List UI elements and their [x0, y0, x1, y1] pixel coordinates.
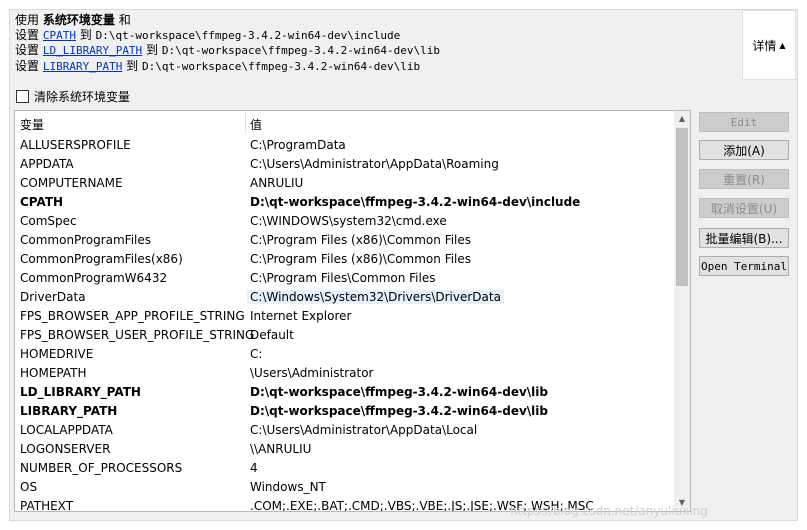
- variable-value: Internet Explorer: [250, 309, 352, 323]
- library-path-link[interactable]: LIBRARY_PATH: [43, 60, 122, 73]
- watermark: https://blog.csdn.net/anyuliuxing: [510, 504, 708, 518]
- variable-value: \Users\Administrator: [250, 366, 374, 380]
- variable-name: ComSpec: [20, 214, 77, 228]
- variable-value: C:\ProgramData: [250, 138, 346, 152]
- variable-name: FPS_BROWSER_USER_PROFILE_STRING: [20, 328, 255, 342]
- reset-button-label: 重置(R): [723, 172, 765, 187]
- variable-value: Windows_NT: [250, 480, 326, 494]
- variable-value: C:\Windows\System32\Drivers\DriverData: [247, 290, 504, 304]
- vertical-scrollbar[interactable]: ▲ ▼: [674, 111, 690, 511]
- variable-value: C:\Program Files (x86)\Common Files: [250, 252, 472, 266]
- details-button[interactable]: 详情 ▲: [742, 10, 796, 80]
- environment-summary: 使用 系统环境变量 和 设置 CPATH 到 D:\qt-workspace\f…: [15, 13, 440, 74]
- unset-button[interactable]: 取消设置(U): [699, 198, 789, 218]
- table-row[interactable]: HOMEPATH \Users\Administrator: [15, 364, 675, 383]
- clear-system-env-option[interactable]: 清除系统环境变量: [16, 88, 130, 105]
- summary-line-cpath: 设置 CPATH 到 D:\qt-workspace\ffmpeg-3.4.2-…: [15, 27, 401, 42]
- variable-name: LOGONSERVER: [20, 442, 111, 456]
- variable-name: CPATH: [20, 195, 64, 209]
- edit-button[interactable]: Edit: [699, 112, 789, 132]
- open-terminal-button[interactable]: Open Terminal: [699, 256, 789, 276]
- table-row[interactable]: LIBRARY_PATH D:\qt-workspace\ffmpeg-3.4.2…: [15, 402, 675, 421]
- scroll-thumb[interactable]: [676, 128, 688, 286]
- variable-name: HOMEDRIVE: [20, 347, 94, 361]
- variable-name: CommonProgramW6432: [20, 271, 168, 285]
- column-header-value[interactable]: 值: [250, 116, 262, 133]
- variable-value: C:\Program Files (x86)\Common Files: [250, 233, 472, 247]
- scroll-up-icon[interactable]: ▲: [674, 111, 690, 127]
- variable-value: C:\Users\Administrator\AppData\Roaming: [250, 157, 499, 171]
- variable-value: C:\WINDOWS\system32\cmd.exe: [250, 214, 447, 228]
- summary-line-ld-library-path: 设置 LD_LIBRARY_PATH 到 D:\qt-workspace\ffm…: [15, 43, 441, 57]
- table-row[interactable]: OS Windows_NT: [15, 478, 675, 497]
- variable-value: 4: [250, 461, 258, 475]
- variable-value: D:\qt-workspace\ffmpeg-3.4.2-win64-dev\l…: [250, 385, 548, 399]
- summary-line-library-path: 设置 LIBRARY_PATH 到 D:\qt-workspace\ffmpeg…: [15, 58, 421, 73]
- reset-button[interactable]: 重置(R): [699, 169, 789, 189]
- table-row[interactable]: CommonProgramW6432 C:\Program Files\Commo…: [15, 269, 675, 288]
- variable-name: DriverData: [20, 290, 86, 304]
- table-row[interactable]: CommonProgramFiles(x86) C:\Program Files …: [15, 250, 675, 269]
- variable-value: ANRULIU: [250, 176, 304, 190]
- table-row[interactable]: LOGONSERVER \\ANRULIU: [15, 440, 675, 459]
- variable-value: C:\Program Files\Common Files: [250, 271, 436, 285]
- list-rows: ALLUSERSPROFILE C:\ProgramData APPDATA C:\U…: [15, 136, 675, 512]
- list-header: 变量 值: [15, 111, 675, 135]
- table-row[interactable]: ALLUSERSPROFILE C:\ProgramData: [15, 136, 675, 155]
- env-variable-list[interactable]: 变量 值 ALLUSERSPROFILE C:\ProgramData APPDAT…: [14, 110, 691, 512]
- variable-name: NUMBER_OF_PROCESSORS: [20, 461, 183, 475]
- table-row[interactable]: CPATH D:\qt-workspace\ffmpeg-3.4.2-win64-…: [15, 193, 675, 212]
- table-row[interactable]: LD_LIBRARY_PATH D:\qt-workspace\ffmpeg-3.…: [15, 383, 675, 402]
- variable-name: LD_LIBRARY_PATH: [20, 385, 141, 399]
- batch-edit-button[interactable]: 批量编辑(B)...: [699, 228, 789, 248]
- table-row[interactable]: FPS_BROWSER_APP_PROFILE_STRING Internet E…: [15, 307, 675, 326]
- column-divider[interactable]: [245, 113, 246, 133]
- variable-value: D:\qt-workspace\ffmpeg-3.4.2-win64-dev\i…: [250, 195, 581, 209]
- variable-name: LIBRARY_PATH: [20, 404, 118, 418]
- variable-name: CommonProgramFiles: [20, 233, 152, 247]
- variable-value: Default: [250, 328, 294, 342]
- clear-system-env-label: 清除系统环境变量: [34, 90, 131, 104]
- table-row[interactable]: CommonProgramFiles C:\Program Files (x86)…: [15, 231, 675, 250]
- variable-name: CommonProgramFiles(x86): [20, 252, 183, 266]
- variable-name: FPS_BROWSER_APP_PROFILE_STRING: [20, 309, 245, 323]
- column-header-variable[interactable]: 变量: [20, 116, 44, 133]
- variable-name: HOMEPATH: [20, 366, 87, 380]
- variable-value: D:\qt-workspace\ffmpeg-3.4.2-win64-dev\l…: [250, 404, 548, 418]
- table-row[interactable]: LOCALAPPDATA C:\Users\Administrator\AppDa…: [15, 421, 675, 440]
- table-row[interactable]: ComSpec C:\WINDOWS\system32\cmd.exe: [15, 212, 675, 231]
- cpath-link[interactable]: CPATH: [43, 29, 76, 42]
- edit-button-label: Edit: [730, 115, 758, 129]
- variable-name: ALLUSERSPROFILE: [20, 138, 131, 152]
- table-row[interactable]: NUMBER_OF_PROCESSORS 4: [15, 459, 675, 478]
- variable-value: \\ANRULIU: [250, 442, 312, 456]
- variable-value: C:\Users\Administrator\AppData\Local: [250, 423, 478, 437]
- variable-name: LOCALAPPDATA: [20, 423, 113, 437]
- variable-name: APPDATA: [20, 157, 74, 171]
- add-button-label: 添加(A): [723, 143, 765, 158]
- variable-value: C:: [250, 347, 263, 361]
- table-row[interactable]: HOMEDRIVE C:: [15, 345, 675, 364]
- variable-name: PATHEXT: [20, 499, 74, 512]
- table-row[interactable]: FPS_BROWSER_USER_PROFILE_STRING Default: [15, 326, 675, 345]
- table-row[interactable]: DriverData C:\Windows\System32\Drivers\Dr…: [15, 288, 675, 307]
- add-button[interactable]: 添加(A): [699, 140, 789, 160]
- triangle-up-icon: ▲: [779, 40, 786, 50]
- open-terminal-button-label: Open Terminal: [700, 259, 788, 273]
- clear-system-env-checkbox[interactable]: [16, 90, 29, 103]
- table-row[interactable]: COMPUTERNAME ANRULIU: [15, 174, 675, 193]
- batch-edit-button-label: 批量编辑(B)...: [705, 231, 783, 246]
- variable-name: COMPUTERNAME: [20, 176, 123, 190]
- unset-button-label: 取消设置(U): [710, 201, 778, 216]
- summary-line-1: 使用 系统环境变量 和: [15, 13, 131, 27]
- details-label: 详情: [752, 38, 777, 53]
- ld-library-path-link[interactable]: LD_LIBRARY_PATH: [43, 44, 142, 57]
- table-row[interactable]: APPDATA C:\Users\Administrator\AppData\Ro…: [15, 155, 675, 174]
- variable-name: OS: [20, 480, 38, 494]
